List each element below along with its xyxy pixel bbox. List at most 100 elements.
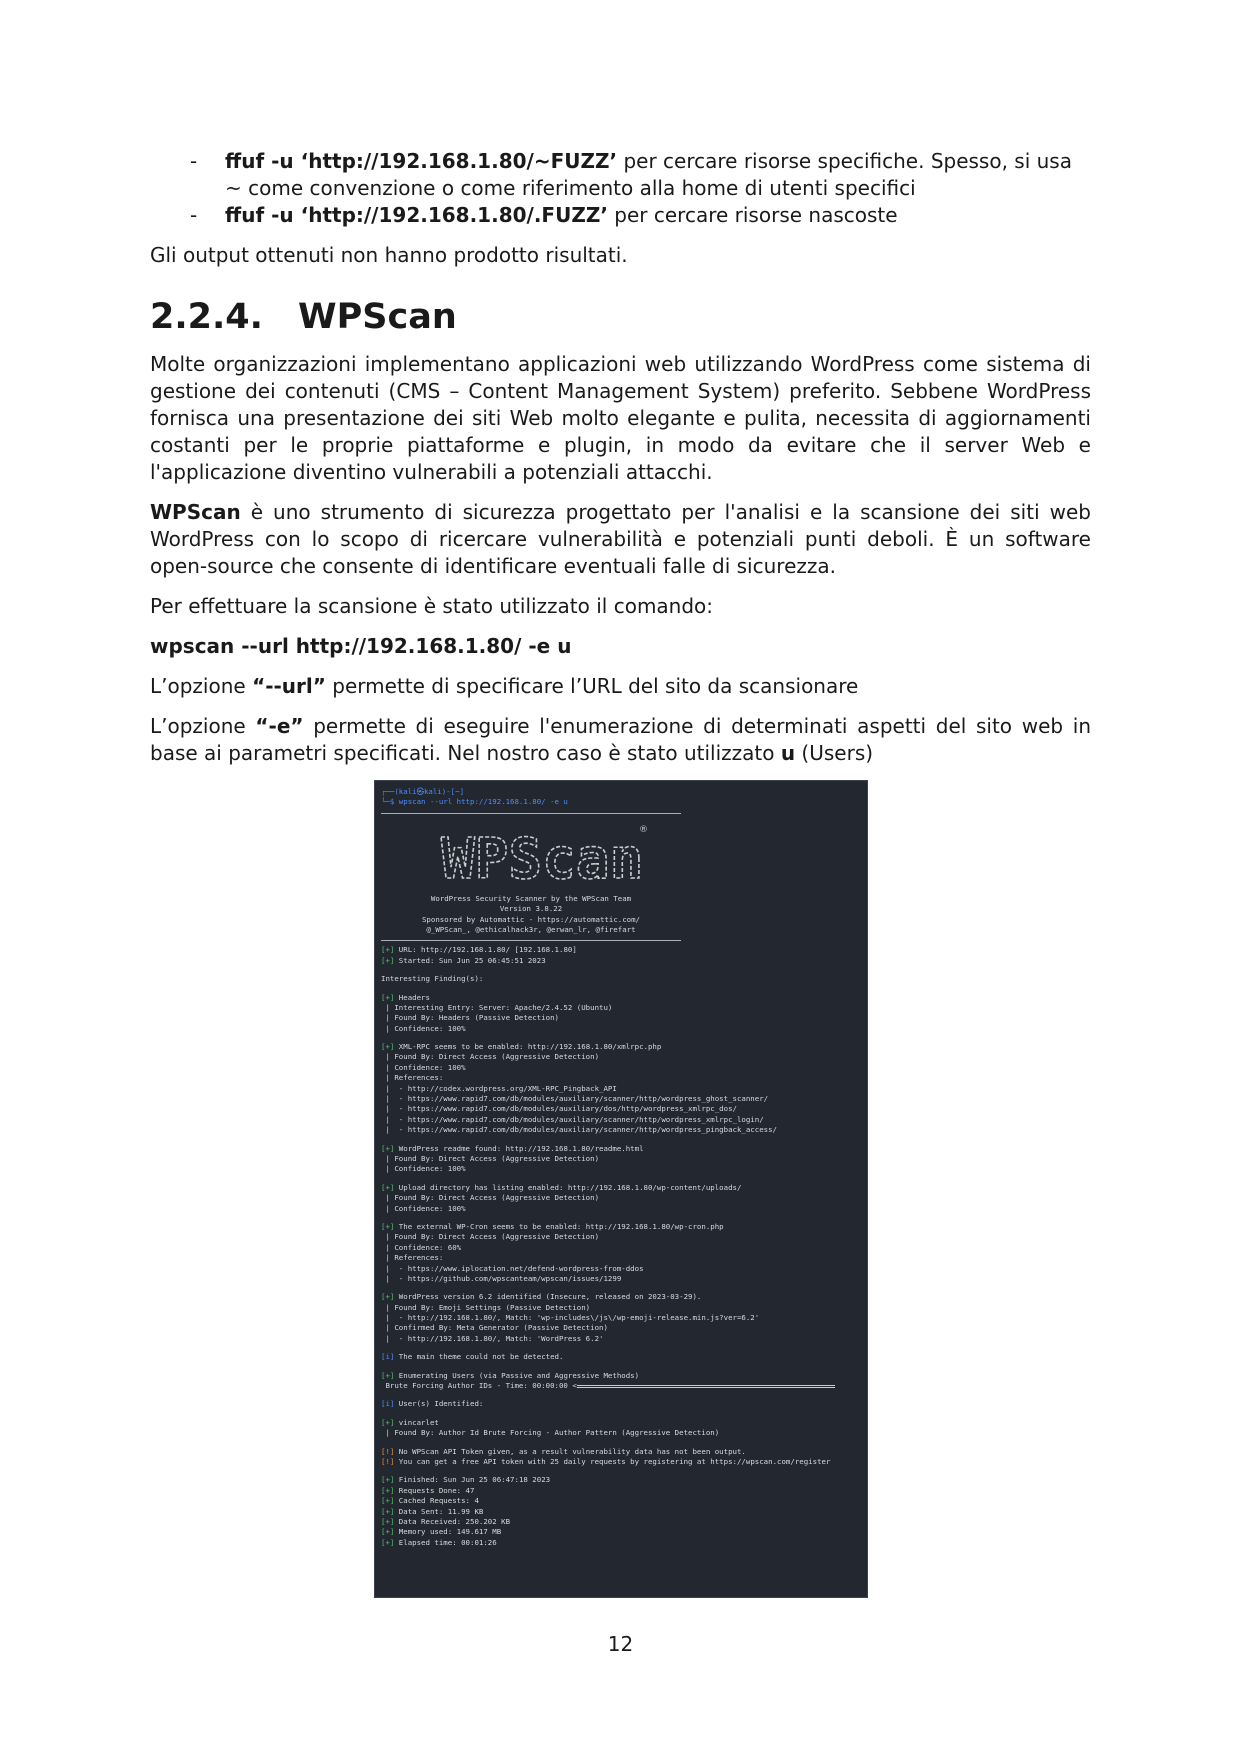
bullet-command: ffuf -u ‘http://192.168.1.80/~FUZZ’ <box>225 149 618 173</box>
terminal-separator <box>381 812 681 814</box>
terminal-line: | - https://www.rapid7.com/db/modules/au… <box>381 1114 764 1124</box>
bullet-dash: - <box>190 203 198 227</box>
bullet-command: ffuf -u ‘http://192.168.1.80/.FUZZ’ <box>225 203 608 227</box>
terminal-line-text: User(s) Identified: <box>394 1399 484 1409</box>
terminal-line: [+] Elapsed time: 00:01:26 <box>381 1538 861 1548</box>
terminal-line: | Confirmed By: Meta Generator (Passive … <box>381 1323 608 1333</box>
plus-marker: [+] <box>381 1370 395 1380</box>
warn-marker: [!] <box>381 1456 395 1466</box>
wpscan-paragraph: WPScan è uno strumento di sicurezza prog… <box>150 499 1091 580</box>
banner-line: Sponsored by Automattic - https://automa… <box>421 914 641 924</box>
scan-paragraph: Per effettuare la scansione è stato util… <box>150 594 714 618</box>
terminal-line: [i] The main theme could not be detected… <box>381 1352 861 1362</box>
plus-marker: [+] <box>381 1516 395 1526</box>
terminal-line: | - http://192.168.1.80/, Match: 'wp-inc… <box>381 1313 760 1323</box>
terminal-line-text: Data Received: 250.202 KB <box>394 1516 511 1526</box>
terminal-line-text: Upload directory has listing enabled: ht… <box>394 1182 742 1192</box>
section-title: WPScan <box>298 297 457 337</box>
terminal-line: | Found By: Direct Access (Aggressive De… <box>381 1232 600 1242</box>
terminal-line: [!] You can get a free API token with 25… <box>381 1457 861 1467</box>
page-number: 12 <box>607 1632 634 1656</box>
terminal-line-text: No WPScan API Token given, as a result v… <box>394 1446 746 1456</box>
section-number: 2.2.4. <box>150 297 263 337</box>
terminal-line-text: Memory used: 149.617 MB <box>394 1527 502 1537</box>
list-item: - ffuf -u ‘http://192.168.1.80/.FUZZ’ pe… <box>150 202 1091 229</box>
terminal-line: | - https://www.rapid7.com/db/modules/au… <box>381 1104 737 1114</box>
url-option-pre: L’opzione <box>150 674 253 698</box>
bullet-list: - ffuf -u ‘http://192.168.1.80/~FUZZ’ pe… <box>150 148 1091 229</box>
e-option-paragraph: L’opzione “-e” permette di eseguire l'en… <box>150 713 1091 767</box>
plus-marker: [+] <box>381 1292 395 1302</box>
terminal-line: [+] Cached Requests: 4 <box>381 1496 861 1506</box>
terminal-line: | Confidence: 100% <box>381 1062 466 1072</box>
terminal-line: [+] WordPress readme found: http://192.1… <box>381 1144 861 1154</box>
terminal-line: | - https://www.iplocation.net/defend-wo… <box>381 1263 644 1273</box>
banner-line: @_WPScan_, @ethicalhack3r, @erwan_lr, @f… <box>426 924 636 934</box>
e-option-bold: “-e” <box>255 714 304 738</box>
terminal-separator <box>381 940 681 942</box>
warn-marker: [!] <box>381 1446 395 1456</box>
terminal-line: | References: <box>381 1253 444 1263</box>
terminal-line-text: Requests Done: 47 <box>394 1485 475 1495</box>
terminal-line-text: URL: http://192.168.1.80/ [192.168.1.80] <box>394 945 577 955</box>
bullet-dash: - <box>190 149 198 173</box>
terminal-output: [+] URL: http://192.168.1.80/ [192.168.1… <box>381 945 861 1548</box>
info-marker: [i] <box>381 1399 395 1409</box>
wpscan-logo: WPScan ® <box>421 818 861 894</box>
plus-marker: [+] <box>381 955 395 965</box>
terminal-line: | Found By: Direct Access (Aggressive De… <box>381 1193 600 1203</box>
terminal-line: | Found By: Direct Access (Aggressive De… <box>381 1153 600 1163</box>
plus-marker: [+] <box>381 1475 395 1485</box>
terminal-line: [i] User(s) Identified: <box>381 1399 861 1409</box>
terminal-line: | - https://www.rapid7.com/db/modules/au… <box>381 1125 778 1135</box>
url-option-paragraph: L’opzione “--url” permette di specificar… <box>150 673 1091 700</box>
plus-marker: [+] <box>381 1537 395 1547</box>
terminal-line-text: The external WP-Cron seems to be enabled… <box>394 1221 724 1231</box>
banner-line: WordPress Security Scanner by the WPScan… <box>430 893 632 903</box>
e-option-pre: L’opzione <box>150 714 256 738</box>
terminal-line: | Confidence: 100% <box>381 1023 466 1033</box>
wpscan-logo-art: WPScan ® <box>440 825 648 890</box>
terminal-line-text: vincarlet <box>394 1417 439 1427</box>
terminal-line: [+] URL: http://192.168.1.80/ [192.168.1… <box>381 945 861 955</box>
terminal-line: | Confidence: 60% <box>381 1242 462 1252</box>
output-paragraph: Gli output ottenuti non hanno prodotto r… <box>150 243 628 267</box>
terminal-line-text: Finished: Sun Jun 25 06:47:18 2023 <box>394 1475 551 1485</box>
terminal-line-text: Started: Sun Jun 25 06:45:51 2023 <box>394 955 546 965</box>
terminal-line: | - http://codex.wordpress.org/XML-RPC_P… <box>381 1083 617 1093</box>
terminal-line: [+] Enumerating Users (via Passive and A… <box>381 1371 861 1381</box>
terminal-line-text: XML-RPC seems to be enabled: http://192.… <box>394 1042 662 1052</box>
terminal-line: [+] Headers <box>381 993 861 1003</box>
plus-marker: [+] <box>381 1527 395 1537</box>
wpscan-text: è uno strumento di sicurezza progettato … <box>150 500 1091 578</box>
terminal-line: | - https://www.rapid7.com/db/modules/au… <box>381 1094 769 1104</box>
svg-text:®: ® <box>639 825 648 835</box>
terminal-line: | Found By: Direct Access (Aggressive De… <box>381 1052 600 1062</box>
url-option-bold: “--url” <box>252 674 326 698</box>
terminal-line: [+] Upload directory has listing enabled… <box>381 1183 861 1193</box>
terminal-line-text: Headers <box>394 992 430 1002</box>
terminal-line: [!] No WPScan API Token given, as a resu… <box>381 1447 861 1457</box>
e-option-post: (Users) <box>795 741 874 765</box>
bullet-text: per cercare risorse nascoste <box>607 203 898 227</box>
wpscan-logo-text: WPScan <box>441 827 643 890</box>
terminal-line: | - https://github.com/wpscanteam/wpscan… <box>381 1273 622 1283</box>
list-item: - ffuf -u ‘http://192.168.1.80/~FUZZ’ pe… <box>150 148 1091 202</box>
e-option-u: u <box>780 741 796 765</box>
terminal-line: | Interesting Entry: Server: Apache/2.4.… <box>381 1002 613 1012</box>
document-body: - ffuf -u ‘http://192.168.1.80/~FUZZ’ pe… <box>150 148 1091 767</box>
intro-paragraph: Molte organizzazioni implementano applic… <box>150 352 1091 484</box>
plus-marker: [+] <box>381 1417 395 1427</box>
terminal-line-text: You can get a free API token with 25 dai… <box>394 1456 831 1466</box>
